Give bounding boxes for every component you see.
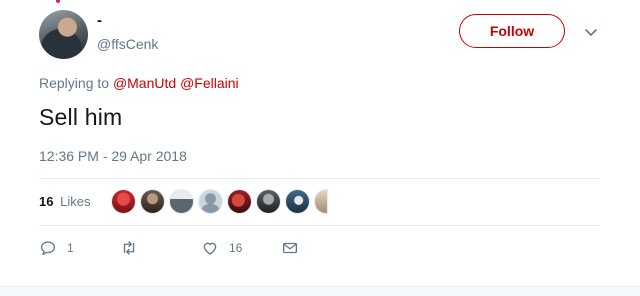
- liker-avatar-2[interactable]: [140, 189, 165, 214]
- reply-context-prefix: Replying to: [39, 75, 110, 91]
- user-handle[interactable]: @ffsCenk: [97, 36, 158, 52]
- reply-button[interactable]: 1: [39, 236, 74, 260]
- liker-avatar-6[interactable]: [256, 189, 281, 214]
- retweet-button[interactable]: [120, 236, 148, 260]
- liker-avatar-5[interactable]: [227, 189, 252, 214]
- liker-avatar-4[interactable]: [198, 189, 223, 214]
- follow-button[interactable]: Follow: [459, 14, 565, 48]
- liker-avatar-3[interactable]: [169, 189, 194, 214]
- divider: [39, 225, 600, 226]
- mention-link-manutd[interactable]: @ManUtd: [113, 75, 176, 91]
- reply-context: Replying to @ManUtd @Fellaini: [39, 75, 239, 91]
- divider: [39, 178, 600, 179]
- liker-avatar-8[interactable]: [314, 189, 328, 214]
- caret-down-icon[interactable]: [583, 24, 599, 40]
- bottom-bar: [0, 286, 640, 296]
- mention-link-fellaini[interactable]: @Fellaini: [180, 75, 239, 91]
- liker-avatar-1[interactable]: [111, 189, 136, 214]
- likes-label: Likes: [60, 194, 91, 209]
- heart-icon: [203, 242, 217, 255]
- likes-count: 16: [39, 194, 54, 209]
- display-name[interactable]: -: [97, 12, 102, 29]
- reply-icon: [40, 241, 56, 256]
- avatar[interactable]: [39, 10, 88, 59]
- tweet-text: Sell him: [39, 104, 123, 130]
- tweet-timestamp[interactable]: 12:36 PM - 29 Apr 2018: [39, 148, 187, 164]
- top-accent-mark: [56, 0, 60, 3]
- liker-avatar-7[interactable]: [285, 189, 310, 214]
- direct-message-button[interactable]: [281, 236, 299, 260]
- likers-avatar-list: [111, 189, 332, 215]
- likes-stat[interactable]: 16 Likes: [39, 194, 90, 209]
- like-button[interactable]: 16: [201, 236, 242, 260]
- envelope-icon: [282, 242, 298, 254]
- retweet-icon: [123, 241, 135, 255]
- like-count: 16: [229, 241, 243, 255]
- reply-count: 1: [67, 241, 74, 255]
